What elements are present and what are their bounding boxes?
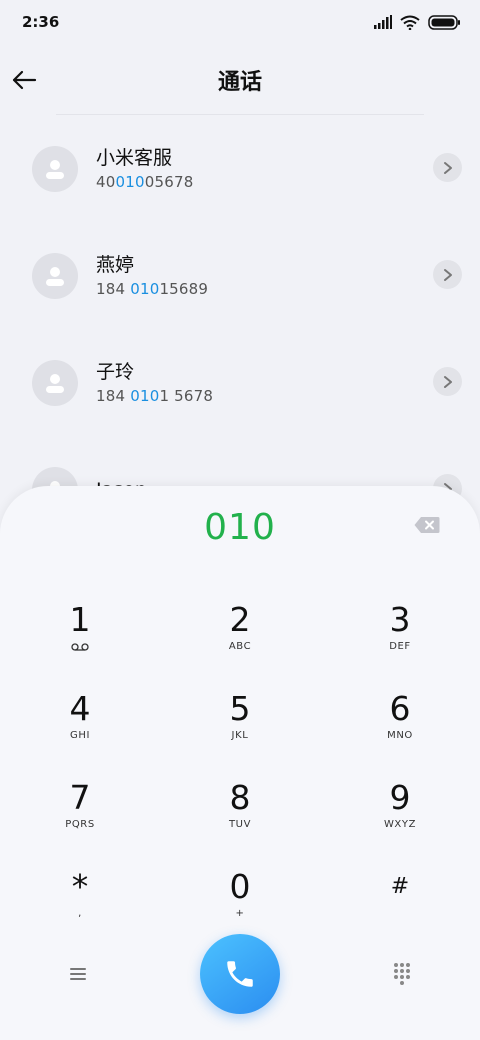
key-digit: #: [390, 874, 410, 899]
contact-row[interactable]: 小米客服 4001005678: [0, 115, 480, 222]
dialpad-panel: 010 1 2 ABC 3 DEF 4 GHI 5 JKL 6 MNO 7 PQ…: [0, 486, 480, 1040]
key-digit: 0: [229, 867, 251, 906]
voicemail-icon: [71, 643, 89, 651]
key-letters: ABC: [228, 641, 252, 652]
key-letters: +: [235, 908, 245, 919]
key-4[interactable]: 4 GHI: [20, 689, 140, 769]
key-digit: *: [71, 867, 89, 906]
person-icon: [46, 266, 64, 286]
chevron-right-icon: [443, 161, 452, 174]
contact-name: 子玲: [96, 360, 135, 383]
key-2[interactable]: 2 ABC: [180, 600, 300, 680]
key-letters: TUV: [228, 819, 252, 830]
chevron-right-icon: [443, 375, 452, 388]
number-match-highlight: 010: [115, 172, 145, 191]
key-1[interactable]: 1: [20, 600, 140, 680]
header: 通话: [0, 52, 480, 108]
contact-number: 184 0101 5678: [96, 386, 214, 405]
key-digit: 7: [69, 778, 91, 817]
key-9[interactable]: 9 WXYZ: [340, 778, 460, 858]
menu-icon: [70, 968, 86, 980]
chevron-right-icon: [443, 268, 452, 281]
key-digit: 8: [229, 778, 251, 817]
key-digit: 6: [389, 689, 411, 728]
phone-icon: [227, 961, 253, 987]
contact-row[interactable]: 燕婷 184 01015689: [0, 222, 480, 329]
key-letters: JKL: [231, 730, 249, 741]
status-bar: 2:36: [0, 0, 480, 44]
contact-row[interactable]: 子玲 184 0101 5678: [0, 329, 480, 436]
number-match-highlight: 010: [130, 386, 160, 405]
back-button[interactable]: [6, 62, 42, 98]
key-digit: 5: [229, 689, 251, 728]
key-digit: 9: [389, 778, 411, 817]
arrow-left-icon: [12, 70, 37, 90]
signal-icon: [374, 15, 392, 29]
avatar: [32, 252, 78, 299]
key-letters: ,: [78, 908, 82, 919]
backspace-icon: [414, 517, 440, 533]
wifi-icon: [400, 15, 420, 30]
key-6[interactable]: 6 MNO: [340, 689, 460, 769]
key-digit: 2: [229, 600, 251, 639]
key-letters: WXYZ: [383, 819, 417, 830]
key-digit: 4: [69, 689, 91, 728]
status-time: 2:36: [22, 13, 60, 31]
avatar: [32, 145, 78, 192]
key-digit: 1: [69, 600, 91, 639]
key-5[interactable]: 5 JKL: [180, 689, 300, 769]
key-letters: MNO: [387, 730, 413, 741]
contact-number: 4001005678: [96, 172, 194, 191]
battery-icon: [428, 14, 460, 30]
key-3[interactable]: 3 DEF: [340, 600, 460, 680]
call-button[interactable]: [200, 934, 280, 1014]
contact-number: 184 01015689: [96, 279, 209, 298]
menu-button[interactable]: [66, 962, 90, 986]
status-icons: [374, 14, 460, 30]
dialpad-bottom-bar: [0, 934, 480, 1014]
person-icon: [46, 373, 64, 393]
contact-detail-button[interactable]: [433, 153, 462, 182]
key-letters: PQRS: [65, 819, 95, 830]
key-7[interactable]: 7 PQRS: [20, 778, 140, 858]
key-letters: GHI: [69, 730, 91, 741]
contact-detail-button[interactable]: [433, 367, 462, 396]
delete-button[interactable]: [414, 516, 440, 534]
contact-name: 小米客服: [96, 146, 173, 169]
page-title: 通话: [217, 70, 262, 95]
dialpad-icon: [394, 963, 410, 985]
contact-list: 小米客服 4001005678 燕婷 184 01015689 子玲 184 0…: [0, 115, 480, 543]
avatar: [32, 359, 78, 406]
key-digit: 3: [389, 600, 411, 639]
number-match-highlight: 010: [130, 279, 160, 298]
keypad-toggle-button[interactable]: [392, 962, 412, 986]
key-letters: DEF: [389, 641, 411, 652]
dialed-number: 010: [204, 507, 276, 548]
contact-detail-button[interactable]: [433, 260, 462, 289]
person-icon: [46, 159, 64, 179]
contact-name: 燕婷: [96, 253, 135, 276]
key-8[interactable]: 8 TUV: [180, 778, 300, 858]
